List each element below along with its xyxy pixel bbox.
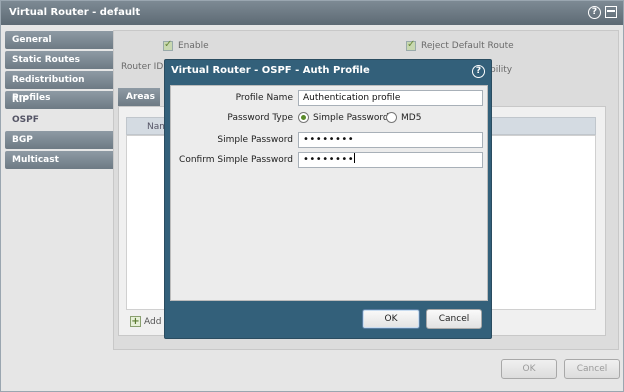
router-id-label: Router ID — [121, 62, 164, 72]
sidebar-item-rip[interactable]: RIP — [5, 91, 115, 109]
enable-checkbox[interactable] — [163, 39, 173, 51]
dialog-body: Profile Name Authentication profile Pass… — [170, 85, 488, 301]
profile-name-label: Profile Name — [235, 93, 293, 103]
enable-label: Enable — [178, 41, 209, 51]
simple-password-input[interactable]: •••••••• — [298, 132, 483, 148]
sidebar: General Static Routes Redistribution Pro… — [5, 31, 115, 171]
simple-password-radio[interactable] — [298, 112, 309, 123]
add-label: Add — [144, 316, 162, 327]
add-area-button[interactable]: + Add — [130, 316, 161, 327]
sidebar-item-bgp[interactable]: BGP — [5, 131, 115, 149]
reject-default-route-checkbox[interactable] — [406, 39, 416, 51]
dialog-help-icon[interactable]: ? — [472, 65, 485, 78]
profile-name-input[interactable]: Authentication profile — [298, 90, 483, 106]
simple-password-label: Simple Password — [217, 135, 293, 145]
md5-option-label: MD5 — [401, 113, 422, 123]
window-title-bar: Virtual Router - default — [1, 1, 623, 25]
simple-password-option-label: Simple Password — [313, 113, 389, 123]
window-title: Virtual Router - default — [9, 7, 141, 18]
confirm-simple-password-input[interactable]: •••••••• — [298, 152, 483, 168]
text-caret — [354, 153, 356, 163]
add-icon: + — [130, 316, 141, 327]
sidebar-item-static-routes[interactable]: Static Routes — [5, 51, 115, 69]
md5-radio[interactable] — [386, 112, 397, 123]
confirm-password-dots: •••••••• — [303, 154, 355, 165]
auth-profile-dialog: Virtual Router - OSPF - Auth Profile ? P… — [164, 59, 492, 339]
dialog-ok-button[interactable]: OK — [362, 309, 420, 329]
confirm-simple-password-label: Confirm Simple Password — [179, 155, 293, 165]
sidebar-item-general[interactable]: General — [5, 31, 115, 49]
dialog-cancel-button[interactable]: Cancel — [426, 309, 482, 329]
maximize-icon[interactable] — [605, 6, 617, 18]
sidebar-item-redistribution-profiles[interactable]: Redistribution Profiles — [5, 71, 115, 103]
footer-ok-button[interactable]: OK — [501, 359, 557, 379]
dialog-title: Virtual Router - OSPF - Auth Profile — [171, 65, 370, 76]
help-icon[interactable]: ? — [588, 6, 601, 19]
reject-default-route-label: Reject Default Route — [421, 41, 514, 51]
footer-cancel-button[interactable]: Cancel — [564, 359, 620, 379]
sidebar-item-multicast[interactable]: Multicast — [5, 151, 115, 169]
password-type-label: Password Type — [227, 113, 293, 123]
partial-label: bility — [490, 65, 513, 75]
sidebar-item-ospf[interactable]: OSPF — [5, 111, 115, 129]
tab-areas[interactable]: Areas — [118, 88, 160, 106]
